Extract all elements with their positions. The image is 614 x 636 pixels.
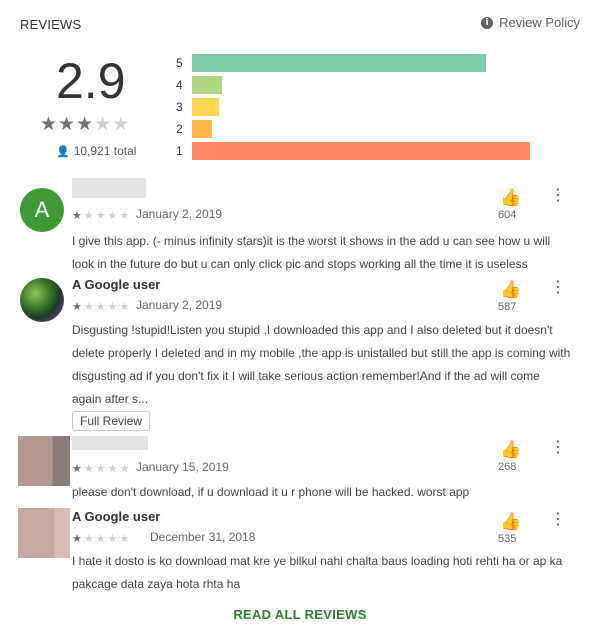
blurred-name xyxy=(72,178,146,198)
thumbs-up-icon[interactable]: 👍 xyxy=(500,512,521,532)
histogram-label: 5 xyxy=(176,56,183,70)
review-date: January 15, 2019 xyxy=(136,460,229,474)
histogram-bar-2 xyxy=(192,120,212,138)
rating-histogram: 5 4 3 2 1 xyxy=(176,52,536,162)
thumbs-up-icon[interactable]: 👍 xyxy=(500,280,521,300)
average-rating: 2.9 xyxy=(56,53,126,109)
reviews-heading: REVIEWS xyxy=(20,17,82,32)
full-review-button[interactable]: Full Review xyxy=(72,411,151,431)
info-icon: i xyxy=(481,16,494,29)
review-text: Disgusting !stupid!Listen you stupid ,I … xyxy=(72,323,571,406)
review-date: January 2, 2019 xyxy=(136,298,223,312)
histogram-label: 4 xyxy=(176,78,183,92)
review-text: please don't download, if u download it … xyxy=(72,485,470,499)
avatar: A xyxy=(20,188,64,232)
avatar xyxy=(18,508,70,558)
histogram-row: 3 xyxy=(176,96,536,118)
histogram-row: 1 xyxy=(176,140,536,162)
review-text: I give this app. (- minus infinity stars… xyxy=(72,234,551,271)
review-stars: ★★★★★ xyxy=(72,300,132,313)
review-stars: ★★★★★ xyxy=(72,532,132,545)
thumbs-up-icon[interactable]: 👍 xyxy=(500,188,521,208)
more-options-icon[interactable]: ⋮ xyxy=(550,279,566,295)
review-policy-label: Review Policy xyxy=(499,15,580,30)
review-stars: ★★★★★ xyxy=(72,209,132,222)
star-icon: ★ xyxy=(94,113,113,135)
person-icon: 👤 xyxy=(56,144,70,158)
average-stars: ★★★★★ xyxy=(40,113,130,135)
more-options-icon[interactable]: ⋮ xyxy=(550,439,566,455)
histogram-row: 2 xyxy=(176,118,536,140)
reviewer-name: A Google user xyxy=(72,277,161,292)
avatar xyxy=(18,436,70,486)
histogram-bar-4 xyxy=(192,76,222,94)
helpful-count: 268 xyxy=(498,461,517,473)
reviewer-name: A Google user xyxy=(72,509,161,524)
thumbs-up-icon[interactable]: 👍 xyxy=(500,440,521,460)
star-icon: ★ xyxy=(58,113,77,135)
review-policy-link[interactable]: i Review Policy xyxy=(481,15,580,30)
read-all-reviews-link[interactable]: READ ALL REVIEWS xyxy=(0,607,600,622)
review-date: December 31, 2018 xyxy=(150,530,256,544)
histogram-bar-1 xyxy=(192,142,530,160)
review-stars: ★★★★★ xyxy=(72,462,132,475)
more-options-icon[interactable]: ⋮ xyxy=(550,187,566,203)
blurred-name xyxy=(72,436,148,450)
more-options-icon[interactable]: ⋮ xyxy=(550,511,566,527)
histogram-label: 1 xyxy=(176,144,183,158)
histogram-row: 5 xyxy=(176,52,536,74)
histogram-bar-5 xyxy=(192,54,486,72)
rating-total-label: 10,921 total xyxy=(73,144,137,158)
histogram-label: 3 xyxy=(176,100,183,114)
star-icon: ★ xyxy=(76,113,95,135)
review-text: I hate it dosto is ko download mat kre y… xyxy=(72,554,563,591)
helpful-count: 587 xyxy=(498,301,517,313)
review-date: January 2, 2019 xyxy=(136,207,223,221)
histogram-row: 4 xyxy=(176,74,536,96)
avatar xyxy=(20,278,64,322)
rating-total: 👤 10,921 total xyxy=(56,144,136,158)
histogram-bar-3 xyxy=(192,98,219,116)
helpful-count: 604 xyxy=(498,209,517,221)
star-icon: ★ xyxy=(40,113,59,135)
star-icon: ★ xyxy=(112,113,131,135)
helpful-count: 535 xyxy=(498,533,517,545)
histogram-label: 2 xyxy=(176,122,183,136)
